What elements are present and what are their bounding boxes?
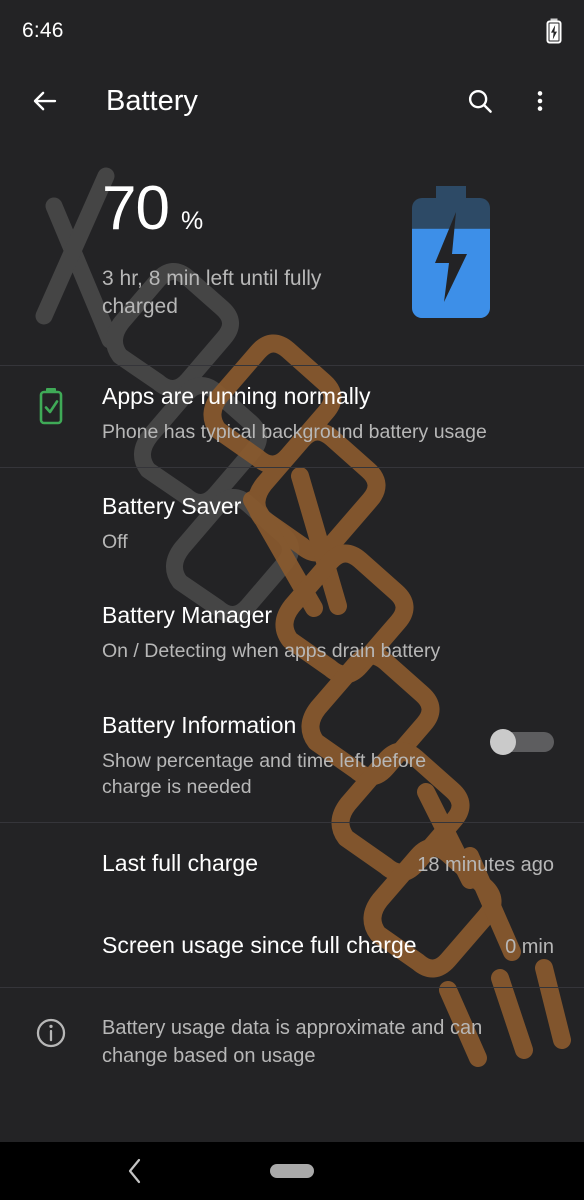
status-bar: 6:46 <box>0 0 584 62</box>
battery-information-body: Battery Information Show percentage and … <box>102 711 490 801</box>
battery-information-title: Battery Information <box>102 711 297 738</box>
battery-stats-group: Last full charge 18 minutes ago Screen u… <box>0 823 584 987</box>
last-full-charge-label: Last full charge <box>102 850 258 877</box>
battery-usage-disclaimer: Battery usage data is approximate and ca… <box>0 988 584 1096</box>
page-title: Battery <box>106 84 198 117</box>
apps-status-row[interactable]: Apps are running normally Phone has typi… <box>0 366 584 467</box>
battery-percent-value: 70 <box>102 174 170 243</box>
apps-status-icon-slot <box>0 382 102 426</box>
battery-saver-subtitle: Off <box>102 531 128 554</box>
battery-information-toggle[interactable] <box>490 728 554 755</box>
setting-row-battery-manager[interactable]: Battery Manager On / Detecting when apps… <box>0 577 584 686</box>
percent-sign: % <box>180 207 204 235</box>
overflow-menu-button[interactable] <box>518 79 562 123</box>
battery-information-trailing <box>490 711 554 755</box>
status-bar-clock: 6:46 <box>22 19 64 42</box>
setting-row-battery-saver[interactable]: Battery Saver Off <box>0 468 584 577</box>
footer-icon-slot <box>0 1014 102 1050</box>
toggle-knob <box>490 728 516 755</box>
chevron-left-icon <box>128 1158 141 1184</box>
battery-charging-large-icon <box>410 182 492 329</box>
battery-level-summary: 70 % 3 hr, 8 min left until fully charge… <box>0 140 584 365</box>
screen-usage-value: 0 min <box>505 935 554 958</box>
apps-status-title: Apps are running normally <box>102 383 371 409</box>
apps-status-body: Apps are running normally Phone has typi… <box>102 382 554 445</box>
battery-manager-body: Battery Manager On / Detecting when apps… <box>102 601 554 664</box>
battery-settings-screen: 6:46 Battery 70 % 3 hr, 8 min left until… <box>0 0 584 1200</box>
setting-row-battery-information[interactable]: Battery Information Show percentage and … <box>0 687 584 823</box>
system-navigation-bar <box>0 1142 584 1200</box>
battery-settings-group: Battery Saver Off Battery Manager On / D… <box>0 468 584 822</box>
more-vert-icon <box>537 91 543 111</box>
search-icon <box>468 89 492 113</box>
stat-row-last-full-charge[interactable]: Last full charge 18 minutes ago <box>0 823 584 905</box>
last-full-charge-value: 18 minutes ago <box>417 854 554 877</box>
footer-disclaimer-text: Battery usage data is approximate and ca… <box>102 1016 483 1067</box>
stat-row-screen-usage[interactable]: Screen usage since full charge 0 min <box>0 905 584 987</box>
battery-charging-icon <box>546 18 562 44</box>
battery-level-row: 70 % <box>102 174 362 243</box>
battery-level-text: 70 % 3 hr, 8 min left until fully charge… <box>102 176 362 322</box>
info-outline-icon <box>36 1018 66 1048</box>
search-button[interactable] <box>458 79 502 123</box>
battery-manager-subtitle: On / Detecting when apps drain battery <box>102 640 441 663</box>
apps-status-subtitle: Phone has typical background battery usa… <box>102 420 487 443</box>
battery-check-icon <box>39 388 63 425</box>
arrow-back-icon <box>33 91 57 111</box>
battery-manager-title: Battery Manager <box>102 602 273 629</box>
charge-estimate-text: 3 hr, 8 min left until fully charged <box>102 266 322 319</box>
nav-back-button[interactable] <box>112 1148 158 1194</box>
back-button[interactable] <box>24 80 66 122</box>
nav-home-handle[interactable] <box>270 1164 314 1178</box>
app-bar: Battery <box>0 62 584 140</box>
battery-saver-title: Battery Saver <box>102 493 242 520</box>
screen-usage-body: Screen usage since full charge <box>102 931 505 961</box>
screen-usage-label: Screen usage since full charge <box>102 932 417 959</box>
status-bar-icons <box>546 18 562 44</box>
battery-information-subtitle: Show percentage and time left before cha… <box>102 749 427 798</box>
battery-saver-body: Battery Saver Off <box>102 492 554 555</box>
last-full-charge-body: Last full charge <box>102 849 417 879</box>
